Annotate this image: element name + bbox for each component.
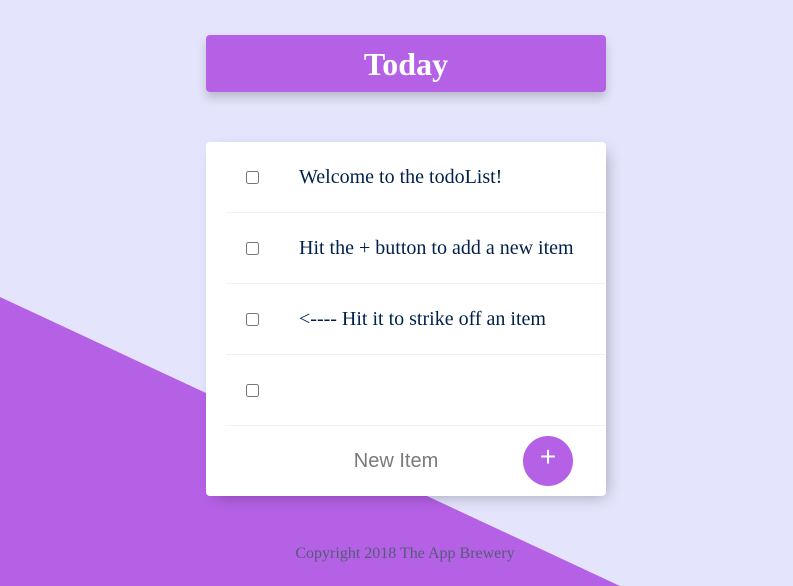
item-text: Hit the + button to add a new item bbox=[299, 236, 574, 259]
new-item-form: + bbox=[226, 426, 606, 496]
item-checkbox[interactable] bbox=[246, 170, 259, 184]
footer-copyright: Copyright 2018 The App Brewery bbox=[295, 545, 515, 562]
list-item: Welcome to the todoList! bbox=[226, 142, 606, 213]
add-item-button[interactable]: + bbox=[523, 436, 573, 486]
list-item: Hit the + button to add a new item bbox=[226, 213, 606, 284]
page-title: Today bbox=[363, 45, 449, 82]
new-item-input[interactable] bbox=[296, 443, 496, 479]
list-item bbox=[226, 355, 606, 426]
item-text: <---- Hit it to strike off an item bbox=[299, 307, 546, 330]
todo-list: Welcome to the todoList! Hit the + butto… bbox=[206, 142, 606, 496]
list-item: <---- Hit it to strike off an item bbox=[226, 284, 606, 355]
item-checkbox[interactable] bbox=[246, 241, 259, 255]
item-checkbox[interactable] bbox=[246, 383, 259, 397]
item-checkbox[interactable] bbox=[246, 312, 259, 326]
page-header: Today bbox=[206, 35, 606, 92]
item-text: Welcome to the todoList! bbox=[299, 165, 503, 188]
